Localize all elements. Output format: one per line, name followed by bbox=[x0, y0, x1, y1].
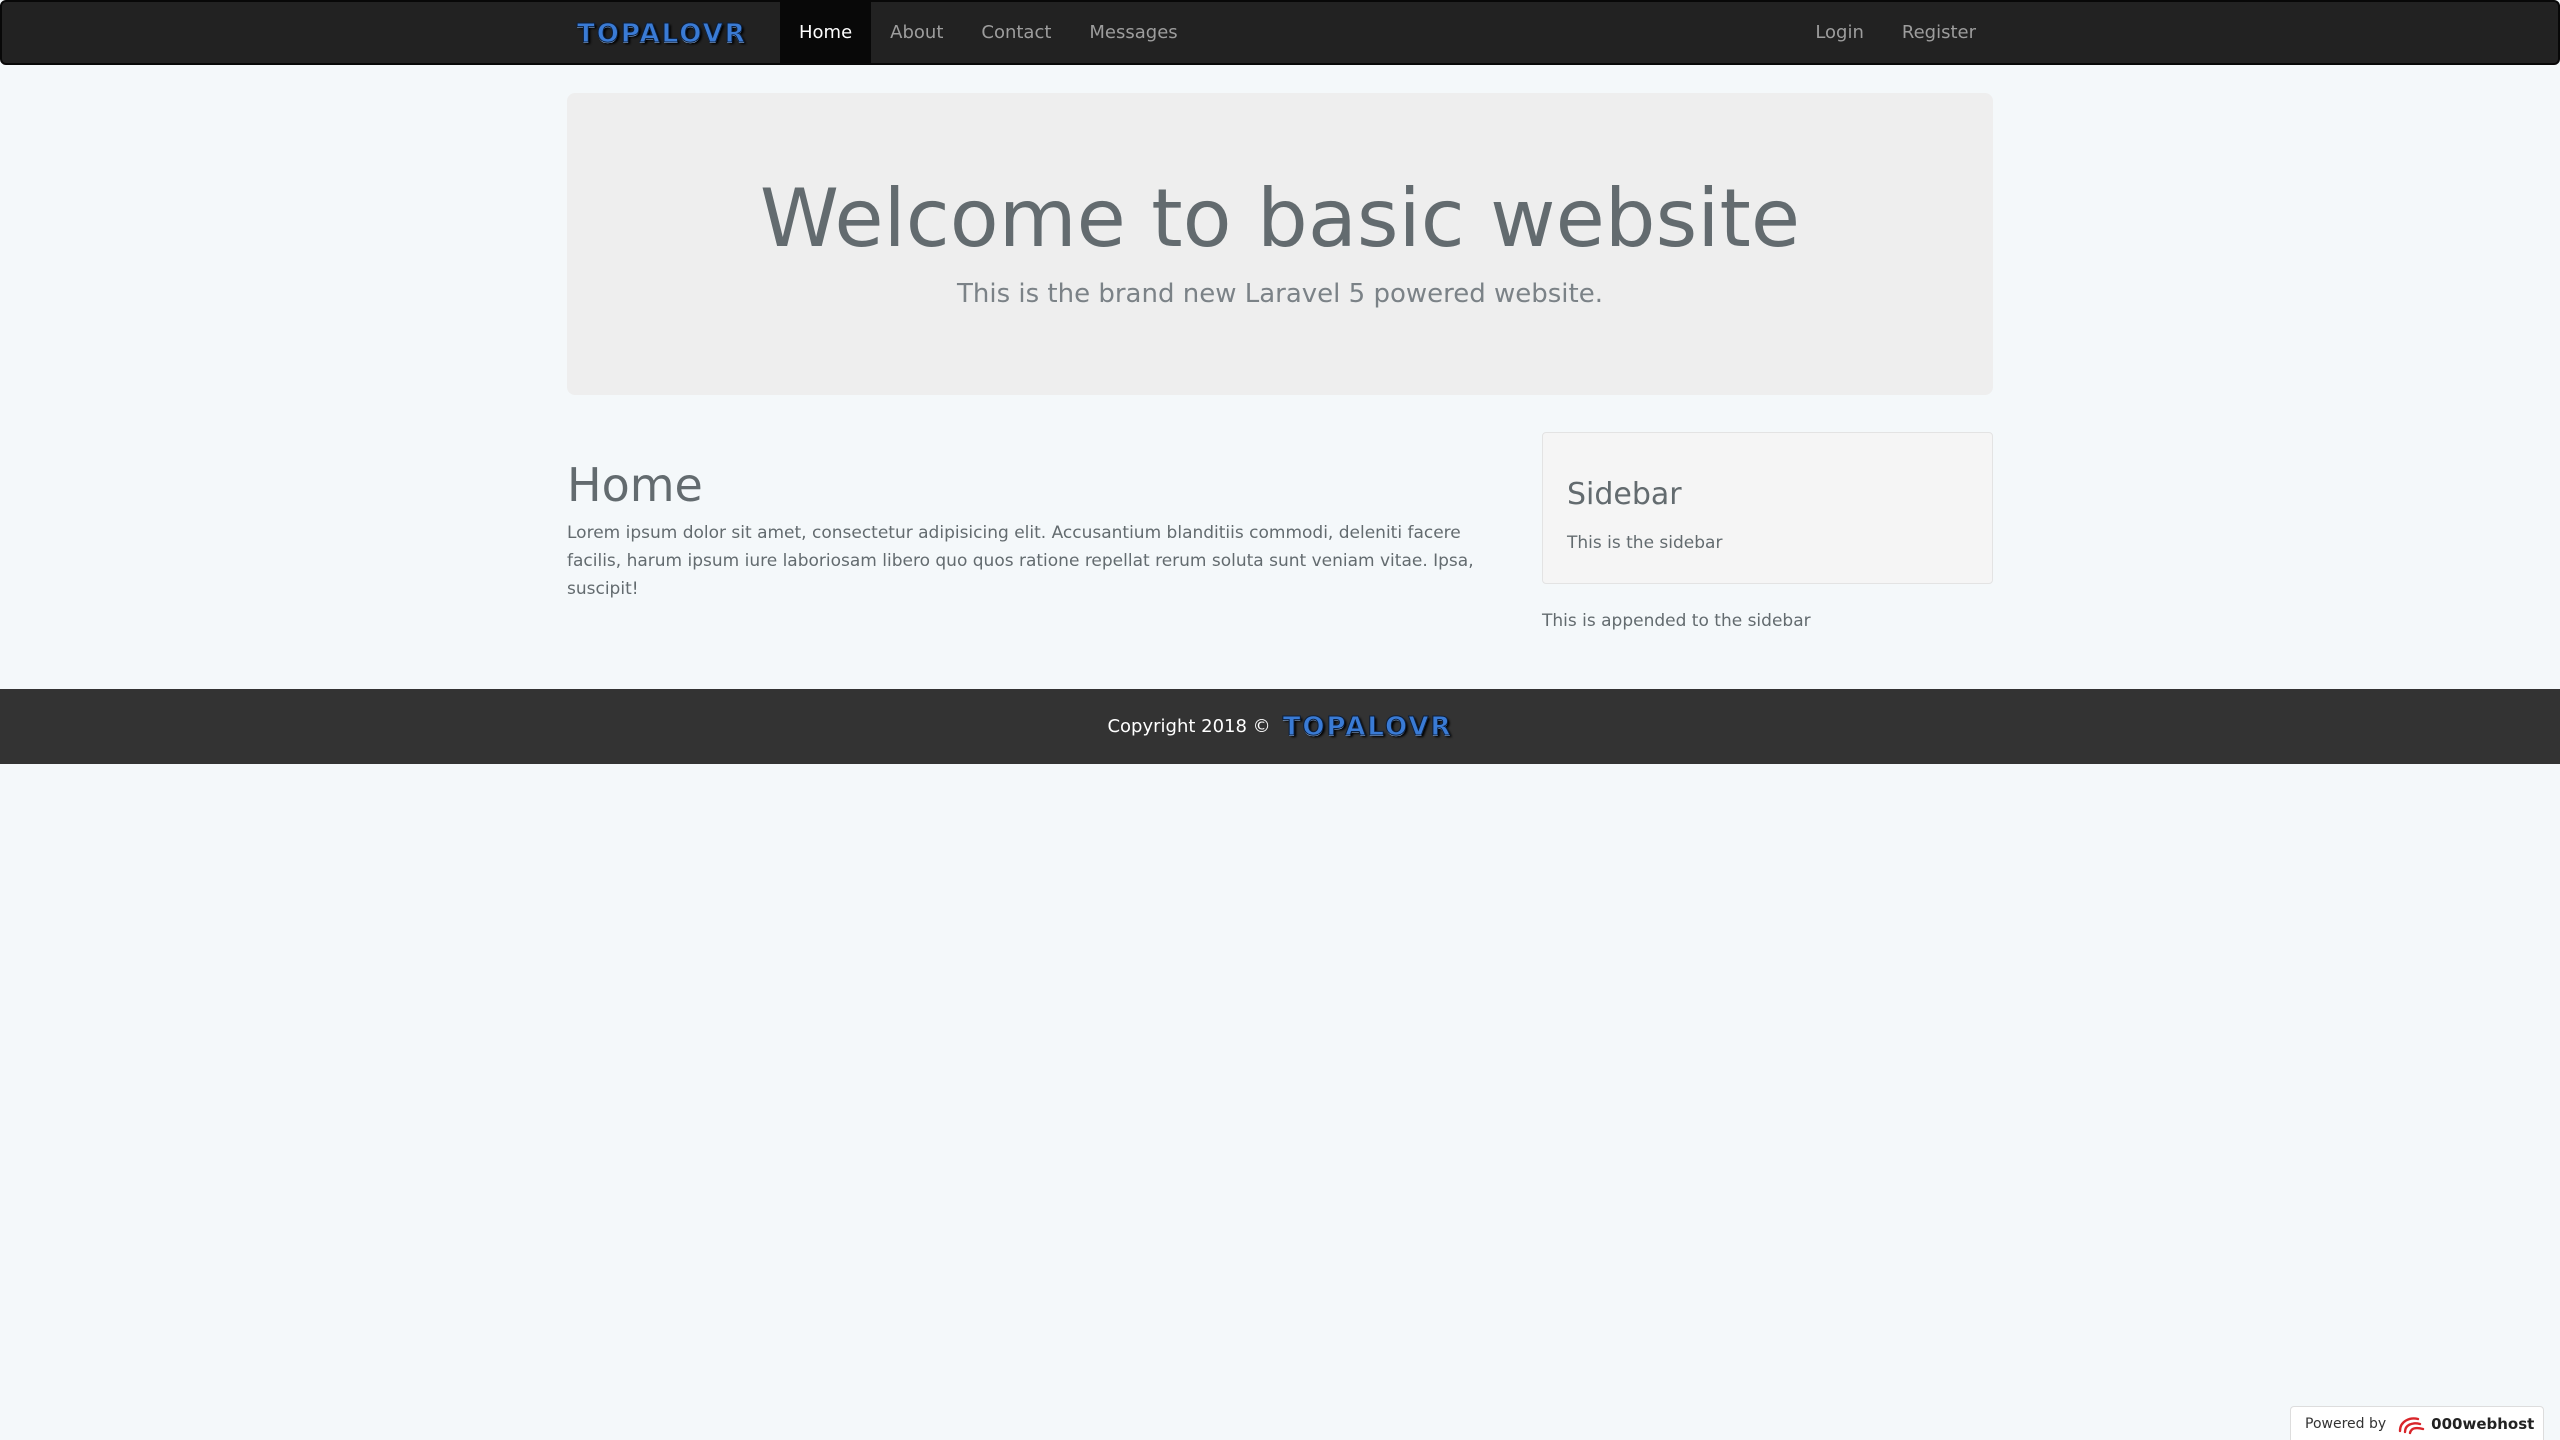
nav-link-about[interactable]: About bbox=[871, 2, 962, 63]
footer: Copyright 2018 © TOPALOVR bbox=[0, 689, 2560, 764]
page-body-text: Lorem ipsum dolor sit amet, consectetur … bbox=[567, 523, 1474, 599]
nav-link-register[interactable]: Register bbox=[1883, 2, 1995, 63]
footer-copyright: Copyright 2018 © bbox=[1107, 716, 1271, 737]
footer-logo: TOPALOVR bbox=[1282, 711, 1453, 742]
sidebar-appended-text: This is appended to the sidebar bbox=[1542, 611, 1811, 631]
nav-link-contact[interactable]: Contact bbox=[962, 2, 1070, 63]
powered-by-badge[interactable]: Powered by 000webhost bbox=[2290, 1406, 2544, 1440]
nav-left-menu: Home About Contact Messages bbox=[780, 2, 1197, 63]
brand-logo: TOPALOVR bbox=[577, 19, 747, 50]
sidebar-title: Sidebar bbox=[1567, 477, 1682, 512]
main-content: Home Lorem ipsum dolor sit amet, consect… bbox=[567, 455, 1497, 603]
sidebar-well: Sidebar This is the sidebar bbox=[1542, 432, 1993, 584]
page-title: Home bbox=[567, 458, 703, 512]
jumbotron-title: Welcome to basic website bbox=[759, 172, 1801, 265]
nav-link-home[interactable]: Home bbox=[780, 2, 872, 63]
nav-link-messages[interactable]: Messages bbox=[1070, 2, 1196, 63]
000webhost-swirl-icon bbox=[2396, 1413, 2426, 1435]
top-navbar: TOPALOVR Home About Contact Messages Log… bbox=[0, 0, 2560, 65]
navbar-container: TOPALOVR Home About Contact Messages Log… bbox=[569, 2, 1995, 63]
jumbotron-subtitle: This is the brand new Laravel 5 powered … bbox=[956, 279, 1603, 309]
host-name: 000webhost bbox=[2431, 1414, 2535, 1433]
nav-right-menu: Login Register bbox=[1796, 2, 1995, 63]
sidebar-text: This is the sidebar bbox=[1567, 533, 1723, 553]
brand-logo-link[interactable]: TOPALOVR bbox=[577, 14, 747, 54]
powered-by-label: Powered by bbox=[2305, 1415, 2387, 1432]
nav-link-login[interactable]: Login bbox=[1796, 2, 1883, 63]
